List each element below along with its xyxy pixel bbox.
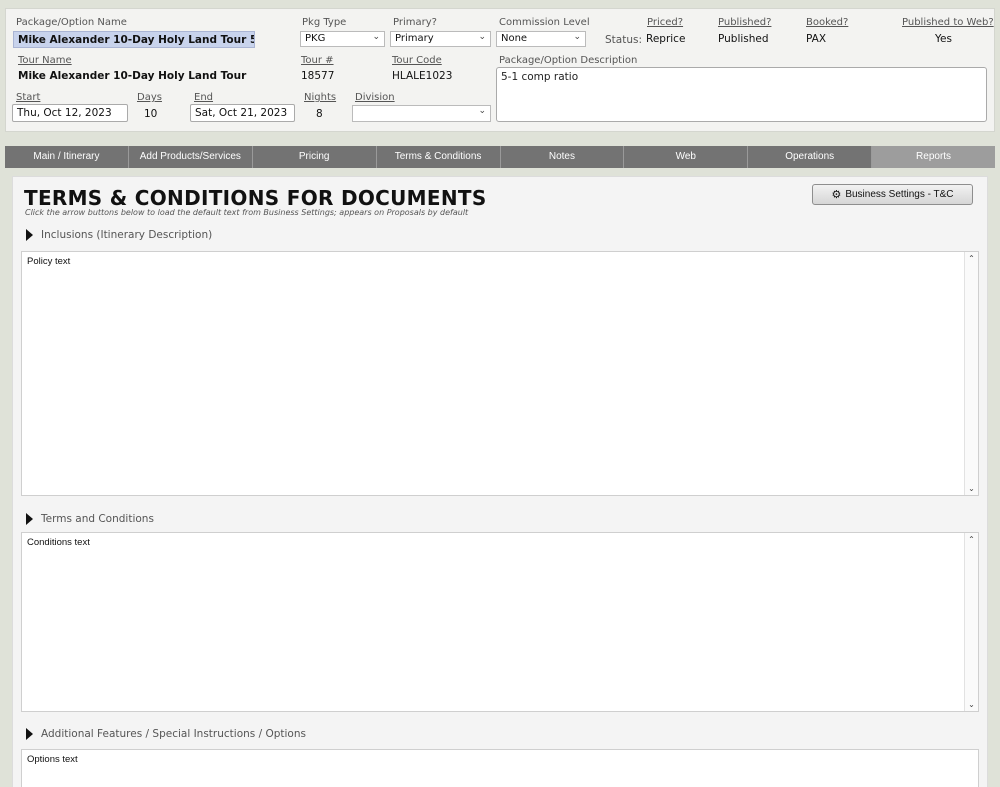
chevron-up-icon[interactable]: ⌃ — [965, 535, 978, 544]
tab-pricing[interactable]: Pricing — [252, 146, 377, 168]
division-select[interactable]: ⌄ — [352, 105, 491, 122]
tour-code-label[interactable]: Tour Code — [392, 55, 442, 66]
chevron-down-icon[interactable]: ⌄ — [965, 700, 978, 709]
chevron-down-icon: ⌄ — [573, 32, 581, 42]
tab-reports[interactable]: Reports — [872, 146, 995, 168]
tab-bar: Main / Itinerary Add Products/Services P… — [5, 146, 995, 168]
tour-number-label[interactable]: Tour # — [301, 55, 334, 66]
chevron-down-icon[interactable]: ⌄ — [965, 484, 978, 493]
primary-select[interactable]: Primary ⌄ — [390, 31, 491, 47]
booked-label[interactable]: Booked? — [806, 17, 848, 28]
tab-web[interactable]: Web — [624, 146, 749, 168]
commission-label: Commission Level — [499, 17, 590, 28]
days-label: Days — [137, 92, 162, 103]
chevron-down-icon: ⌄ — [478, 106, 486, 116]
booked-value: PAX — [806, 33, 827, 45]
published-label[interactable]: Published? — [718, 17, 771, 28]
package-description-label: Package/Option Description — [499, 55, 638, 66]
priced-value: Reprice — [646, 33, 686, 45]
package-header: Package/Option Name Mike Alexander 10-Da… — [5, 8, 995, 132]
commission-value: None — [501, 33, 528, 44]
tour-number-value: 18577 — [301, 70, 335, 82]
chevron-down-icon: ⌄ — [372, 32, 380, 42]
options-textarea[interactable]: Options text — [21, 749, 979, 787]
package-name-field[interactable]: Mike Alexander 10-Day Holy Land Tour 5-1 — [13, 31, 255, 48]
options-text: Options text — [27, 754, 78, 765]
tab-notes[interactable]: Notes — [500, 146, 625, 168]
inclusions-scrollbar[interactable]: ⌃ ⌄ — [964, 252, 978, 495]
inclusions-heading: Inclusions (Itinerary Description) — [41, 229, 213, 241]
gear-icon: ⚙ — [831, 189, 842, 201]
package-description-field[interactable]: 5-1 comp ratio — [496, 67, 987, 122]
priced-label[interactable]: Priced? — [647, 17, 683, 28]
tab-operations[interactable]: Operations — [748, 146, 873, 168]
terms-heading: Terms and Conditions — [41, 513, 154, 525]
disclosure-triangle-icon[interactable] — [26, 229, 33, 241]
division-label: Division — [355, 92, 395, 103]
terms-conditions-panel: TERMS & CONDITIONS FOR DOCUMENTS Click t… — [12, 176, 988, 787]
end-date-field[interactable]: Sat, Oct 21, 2023 — [190, 104, 295, 122]
chevron-down-icon: ⌄ — [478, 32, 486, 42]
status-label: Status: — [605, 34, 642, 46]
primary-label: Primary? — [393, 17, 437, 28]
tab-main-itinerary[interactable]: Main / Itinerary — [5, 146, 129, 168]
published-to-web-value: Yes — [935, 33, 952, 45]
chevron-up-icon[interactable]: ⌃ — [965, 254, 978, 263]
tab-add-products-services[interactable]: Add Products/Services — [128, 146, 253, 168]
inclusions-textarea[interactable]: Policy text ⌃ ⌄ — [21, 251, 979, 496]
tour-name-value: Mike Alexander 10-Day Holy Land Tour — [18, 70, 247, 82]
page-title: TERMS & CONDITIONS FOR DOCUMENTS — [24, 186, 487, 210]
disclosure-triangle-icon[interactable] — [26, 513, 33, 525]
inclusions-section-header[interactable]: Inclusions (Itinerary Description) — [26, 229, 212, 241]
start-date-field[interactable]: Thu, Oct 12, 2023 — [12, 104, 128, 122]
tab-terms-conditions[interactable]: Terms & Conditions — [376, 146, 501, 168]
page-subtitle: Click the arrow buttons below to load th… — [25, 208, 469, 217]
business-settings-button-label: Business Settings - T&C — [845, 189, 954, 200]
end-label: End — [194, 92, 214, 103]
inclusions-text: Policy text — [27, 256, 71, 267]
pkg-type-select[interactable]: PKG ⌄ — [300, 31, 385, 47]
nights-value: 8 — [316, 108, 323, 120]
terms-section-header[interactable]: Terms and Conditions — [26, 513, 154, 525]
commission-select[interactable]: None ⌄ — [496, 31, 586, 47]
package-name-label: Package/Option Name — [16, 17, 127, 28]
terms-scrollbar[interactable]: ⌃ ⌄ — [964, 533, 978, 711]
published-to-web-label[interactable]: Published to Web? — [902, 17, 994, 28]
disclosure-triangle-icon[interactable] — [26, 728, 33, 740]
start-label: Start — [16, 92, 41, 103]
nights-label: Nights — [304, 92, 337, 103]
options-section-header[interactable]: Additional Features / Special Instructio… — [26, 728, 306, 740]
pkg-type-label: Pkg Type — [302, 17, 347, 28]
terms-textarea[interactable]: Conditions text ⌃ ⌄ — [21, 532, 979, 712]
days-value: 10 — [144, 108, 158, 120]
business-settings-button[interactable]: ⚙ Business Settings - T&C — [812, 184, 973, 205]
pkg-type-value: PKG — [305, 33, 326, 44]
tour-code-value: HLALE1023 — [392, 70, 453, 82]
primary-value: Primary — [395, 33, 434, 44]
terms-text: Conditions text — [27, 537, 90, 548]
published-value: Published — [718, 33, 769, 45]
tour-name-label[interactable]: Tour Name — [18, 55, 72, 66]
options-heading: Additional Features / Special Instructio… — [41, 728, 306, 740]
